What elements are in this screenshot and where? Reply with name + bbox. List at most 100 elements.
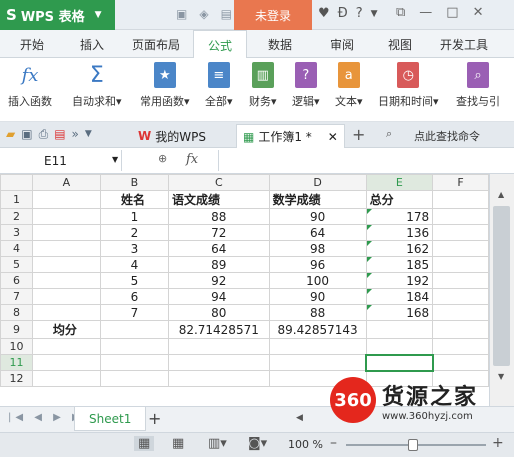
cell[interactable]: 1 (99, 208, 169, 225)
cell[interactable]: 2 (99, 224, 169, 241)
cell[interactable]: 90 (268, 288, 367, 305)
cell[interactable] (31, 240, 101, 257)
row-header[interactable]: 5 (0, 256, 33, 273)
page-break-view-icon[interactable]: ▦ (172, 436, 184, 451)
cell[interactable] (167, 354, 270, 371)
cell[interactable]: 姓名 (99, 190, 169, 209)
tab-data[interactable]: 数据 (268, 36, 292, 53)
row-header[interactable]: 7 (0, 288, 33, 305)
cell[interactable] (432, 304, 489, 321)
cell[interactable] (167, 338, 270, 355)
cell[interactable] (31, 370, 101, 387)
row-header[interactable]: 6 (0, 272, 33, 289)
cell[interactable]: 6 (99, 288, 169, 305)
cell[interactable] (99, 354, 169, 371)
sheet-tab-sheet1[interactable]: Sheet1 (74, 407, 147, 431)
cell[interactable] (31, 208, 101, 225)
cell[interactable] (31, 288, 101, 305)
cell[interactable] (268, 354, 367, 371)
name-box[interactable]: E11 ▼ (0, 150, 122, 171)
cell[interactable]: 184 (365, 288, 434, 305)
cell[interactable]: 89 (167, 256, 270, 273)
save-icon[interactable]: ▣ (21, 127, 32, 142)
cell[interactable] (432, 338, 489, 355)
cell[interactable]: 4 (99, 256, 169, 273)
cell[interactable]: 数学成绩 (268, 190, 367, 209)
tab-developer[interactable]: 开发工具 (440, 36, 488, 53)
cell[interactable]: 89.42857143 (268, 320, 367, 339)
date-time-button[interactable]: ◷ 日期和时间▾ (378, 62, 439, 109)
arrow-down-icon[interactable]: ▼ (498, 372, 504, 381)
zoom-level[interactable]: 100 % (288, 438, 323, 451)
cell[interactable] (432, 240, 489, 257)
cell[interactable]: 82.71428571 (167, 320, 270, 339)
tab-my-wps[interactable]: W 我的WPS (132, 124, 212, 148)
tab-home[interactable]: 开始 (20, 36, 44, 53)
add-sheet-icon[interactable]: + (148, 409, 161, 428)
cell[interactable] (31, 338, 101, 355)
cell[interactable] (432, 272, 489, 289)
cell[interactable] (99, 320, 169, 339)
skin-icon[interactable]: ◈ (199, 7, 208, 21)
row-header[interactable]: 11 (0, 354, 33, 371)
row-header[interactable]: 8 (0, 304, 33, 321)
row-header[interactable]: 3 (0, 224, 33, 241)
cell[interactable] (99, 338, 169, 355)
cell[interactable]: 88 (167, 208, 270, 225)
cell[interactable]: 178 (365, 208, 434, 225)
column-header-b[interactable]: B (99, 174, 169, 191)
cell[interactable]: 5 (99, 272, 169, 289)
lookup-button[interactable]: ⌕ 查找与引 (456, 62, 500, 109)
common-functions-button[interactable]: ★ 常用函数▾ (140, 62, 190, 109)
cell[interactable] (432, 224, 489, 241)
cell[interactable] (31, 272, 101, 289)
zoom-icon[interactable]: ⊕ (158, 152, 167, 165)
cell[interactable]: 100 (268, 272, 367, 289)
column-header-e[interactable]: E (365, 174, 434, 191)
scrollbar-thumb[interactable] (493, 206, 510, 366)
cell[interactable]: 168 (365, 304, 434, 321)
logic-button[interactable]: ? 逻辑▾ (292, 62, 320, 109)
reading-view-icon[interactable]: ◙▾ (248, 436, 267, 451)
cell[interactable]: 64 (167, 240, 270, 257)
zoom-in-icon[interactable]: + (492, 435, 504, 451)
row-header[interactable]: 1 (0, 190, 33, 209)
cell[interactable] (31, 224, 101, 241)
cell[interactable] (432, 256, 489, 273)
cell[interactable]: 96 (268, 256, 367, 273)
cell[interactable]: 185 (365, 256, 434, 273)
spreadsheet-grid[interactable]: A B C D E F 1 姓名 语文成绩 数学成绩 总分 2 1 88 90 … (0, 174, 489, 406)
finance-button[interactable]: ▥ 财务▾ (249, 62, 277, 109)
row-header[interactable]: 12 (0, 370, 33, 387)
cell[interactable] (167, 370, 270, 387)
heart-icon[interactable]: ♥ (318, 6, 330, 21)
maximize-icon[interactable]: □ (446, 5, 458, 20)
cell[interactable]: 192 (365, 272, 434, 289)
wps-app-menu-button[interactable]: S WPS 表格 ▼ (0, 0, 115, 30)
all-functions-button[interactable]: ≡ 全部▾ (205, 62, 233, 109)
autosum-button[interactable]: Σ 自动求和▾ (72, 62, 122, 109)
cell[interactable]: 72 (167, 224, 270, 241)
tab-page-layout[interactable]: 页面布局 (132, 36, 180, 53)
cell[interactable]: 语文成绩 (167, 190, 270, 209)
normal-view-icon[interactable]: ▦ (134, 436, 155, 451)
chevron-down-icon[interactable]: ▼ (85, 127, 92, 142)
cell[interactable] (31, 256, 101, 273)
cell[interactable] (31, 354, 101, 371)
cell[interactable]: 3 (99, 240, 169, 257)
row-header[interactable]: 4 (0, 240, 33, 257)
row-header[interactable]: 9 (0, 320, 33, 339)
skin-d-icon[interactable]: Ð (338, 6, 348, 21)
export-pdf-icon[interactable]: ▤ (54, 127, 65, 142)
cell[interactable]: 均分 (31, 320, 101, 339)
chevron-down-icon[interactable]: ▼ (371, 6, 378, 21)
tab-insert[interactable]: 插入 (80, 36, 104, 53)
selected-cell-e11[interactable] (365, 353, 434, 372)
arrow-up-icon[interactable]: ▲ (498, 190, 504, 199)
close-icon[interactable]: ✕ (328, 130, 338, 144)
cell[interactable] (432, 208, 489, 225)
minimize-icon[interactable]: — (419, 5, 432, 20)
tab-review[interactable]: 审阅 (330, 36, 354, 53)
tab-view[interactable]: 视图 (388, 36, 412, 53)
cell[interactable]: 90 (268, 208, 367, 225)
